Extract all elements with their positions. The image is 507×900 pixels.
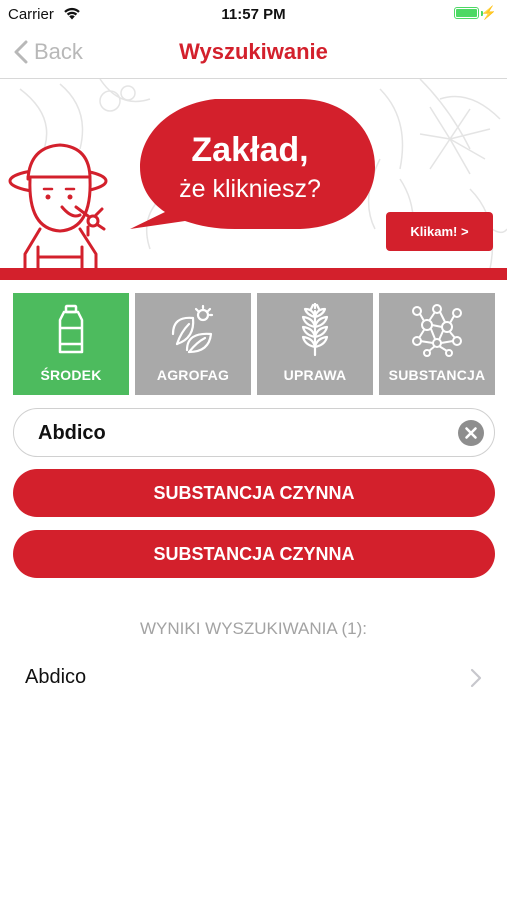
- tab-label: AGROFAG: [156, 367, 230, 383]
- results-header: WYNIKI WYSZUKIWANIA (1):: [140, 619, 367, 638]
- category-tabs: ŚRODEK AGROFAG UPRAWA SUBSTANCJA: [13, 293, 495, 395]
- result-row[interactable]: Abdico: [0, 652, 507, 704]
- search-input-value[interactable]: Abdico: [38, 422, 106, 445]
- result-name: Abdico: [25, 666, 87, 688]
- molecule-icon: [379, 301, 495, 359]
- active-substance-button-2[interactable]: SUBSTANCJA CZYNNA: [13, 530, 495, 578]
- wheat-icon: [257, 301, 373, 359]
- tab-agrofag[interactable]: AGROFAG: [135, 293, 251, 395]
- tab-uprawa[interactable]: UPRAWA: [257, 293, 373, 395]
- ad-banner[interactable]: Zakład, że klikniesz? Klikam! >: [0, 79, 507, 280]
- active-substance-button-1[interactable]: SUBSTANCJA CZYNNA: [13, 469, 495, 517]
- tab-substancja[interactable]: SUBSTANCJA: [379, 293, 495, 395]
- tab-label: ŚRODEK: [40, 367, 102, 383]
- clock: 11:57 PM: [221, 6, 286, 23]
- banner-stripe: [0, 268, 507, 280]
- charging-bolt-icon: ⚡: [480, 5, 497, 20]
- banner-subline: że klikniesz?: [179, 175, 321, 203]
- battery-icon: [454, 7, 479, 19]
- battery-level: [456, 9, 477, 17]
- search-field[interactable]: Abdico: [13, 408, 495, 457]
- close-icon: [465, 427, 477, 439]
- bottle-icon: [13, 301, 129, 359]
- clear-search-button[interactable]: [458, 420, 484, 446]
- banner-headline: Zakład,: [191, 131, 309, 169]
- tab-label: UPRAWA: [283, 367, 347, 383]
- status-bar: Carrier 11:57 PM ⚡: [0, 0, 507, 28]
- tab-label: SUBSTANCJA: [388, 367, 486, 383]
- page-title: Wyszukiwanie: [179, 39, 328, 64]
- leaf-pest-icon: [135, 301, 251, 359]
- chevron-right-icon: [470, 668, 482, 688]
- tab-srodek[interactable]: ŚRODEK: [13, 293, 129, 395]
- klikam-button[interactable]: Klikam! >: [386, 212, 493, 251]
- navigation-bar: Back Wyszukiwanie: [0, 28, 507, 79]
